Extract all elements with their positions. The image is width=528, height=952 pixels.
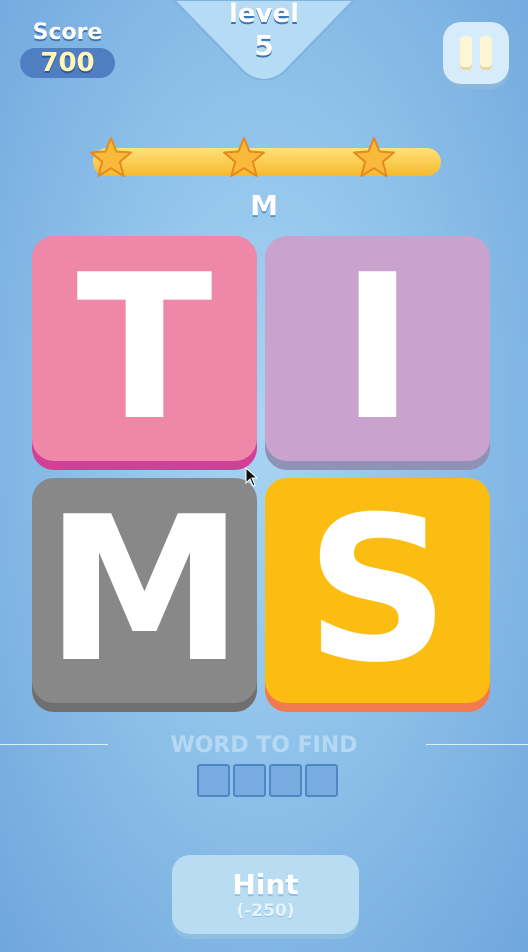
letter-tile[interactable]: I [265,236,490,461]
score-label: Score [32,20,103,45]
hint-cost: (-250) [236,901,295,921]
score-value: 700 [20,48,115,78]
answer-slot [233,764,266,797]
star-icon [353,137,395,177]
hint-label: Hint [232,868,299,901]
letter-tile[interactable]: T [32,236,257,461]
pause-button[interactable] [443,22,509,84]
tile-letter: S [305,473,450,707]
score-display: Score 700 [20,20,115,78]
answer-slot [269,764,302,797]
letter-tile[interactable]: S [265,478,490,703]
tile-letter: T [76,231,213,465]
tile-letter: M [44,473,245,707]
cursor-icon [245,467,259,487]
selected-letters: M [250,189,278,222]
star-icon [90,137,132,177]
level-banner: level 5 [172,0,356,80]
answer-slots [197,764,338,797]
answer-slot [197,764,230,797]
answer-slot [305,764,338,797]
word-to-find-label: WORD TO FIND [170,733,358,758]
pause-bar-right [480,36,492,70]
tile-letter: I [340,231,415,465]
hint-button[interactable]: Hint (-250) [172,855,359,934]
letter-tile[interactable]: M [32,478,257,703]
level-number: 5 [254,29,274,62]
level-label: level [228,0,300,29]
pause-bar-left [460,36,472,70]
star-icon [223,137,265,177]
